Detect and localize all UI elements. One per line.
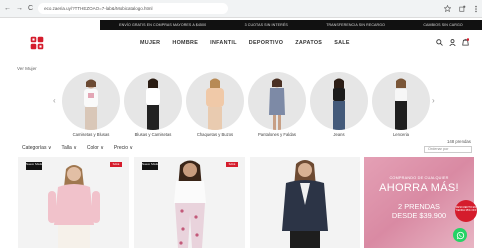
filter-talla[interactable]: Talla ∨ — [62, 145, 77, 151]
category-image — [248, 72, 306, 130]
category-item[interactable]: Blusas y Camisetas — [123, 72, 183, 137]
new-tag: Nuevo SALE — [26, 162, 42, 170]
nav-item-zapatos[interactable]: ZAPATOS — [295, 40, 322, 46]
nav-item-hombre[interactable]: HOMBRE — [172, 40, 198, 46]
promo-item[interactable]: ENVÍO GRATIS EN COMPRAS MAYORES A $4500 — [119, 23, 206, 27]
category-carousel: ‹ › Camisetas y Blusas Blusas y Camiseta… — [53, 72, 441, 142]
browser-actions — [444, 5, 478, 13]
product-image — [282, 160, 328, 248]
category-image — [372, 72, 430, 130]
filter-precio[interactable]: Precio ∨ — [114, 145, 133, 151]
category-item[interactable]: Pantalones y Faldas — [247, 72, 307, 137]
promo-item[interactable]: CAMBIOS SIN CARGO — [423, 23, 462, 27]
brand-logo[interactable] — [30, 36, 44, 50]
category-label: Blusas y Camisetas — [134, 132, 172, 137]
star-icon[interactable] — [444, 5, 451, 12]
sale-tag: SALE — [226, 162, 238, 167]
model-figure — [269, 78, 285, 130]
product-card[interactable] — [250, 157, 360, 248]
cart-icon[interactable] — [462, 38, 469, 46]
filter-bar: Categorías ∨ Talla ∨ Color ∨ Precio ∨ — [22, 145, 133, 151]
promo-item[interactable]: TRANSFERENCIA SIN RECARGO — [326, 23, 385, 27]
chevron-right-icon[interactable]: › — [432, 96, 435, 105]
product-card[interactable]: Nuevo SALE SALE — [18, 157, 129, 248]
filter-color[interactable]: Color ∨ — [87, 145, 104, 151]
product-card[interactable]: Nuevo SALE SALE — [134, 157, 245, 248]
user-icon[interactable] — [449, 38, 456, 46]
nav-item-mujer[interactable]: MUJER — [140, 40, 160, 46]
product-image — [174, 160, 206, 248]
sale-tag: SALE — [110, 162, 122, 167]
category-image — [124, 72, 182, 130]
forward-icon[interactable]: → — [16, 5, 23, 12]
model-figure — [84, 79, 98, 130]
category-image — [62, 72, 120, 130]
category-item[interactable]: Lenceria — [371, 72, 431, 137]
category-label: Camisetas y Blusas — [72, 132, 110, 137]
whatsapp-icon — [456, 231, 464, 239]
nav-item-infantil[interactable]: INFANTIL — [210, 40, 237, 46]
breadcrumb[interactable]: Ver Mujer — [17, 66, 37, 71]
category-label: Chaquetas y Buzos — [196, 132, 234, 137]
extension-icon[interactable] — [459, 5, 466, 12]
category-image — [310, 72, 368, 130]
new-tag: Nuevo SALE — [142, 162, 158, 170]
promo-item[interactable]: 3 CUOTAS SIN INTERÉS — [245, 23, 288, 27]
category-image — [186, 72, 244, 130]
banner-headline: AHORRA MÁS! — [379, 182, 459, 194]
category-label: Pantalones y Faldas — [258, 132, 296, 137]
discount-badge[interactable]: DESCUENTO EN TIENDA 35% OFF — [455, 200, 477, 222]
category-item[interactable]: Chaquetas y Buzos — [185, 72, 245, 137]
chevron-left-icon[interactable]: ‹ — [53, 96, 56, 105]
nav-item-sale[interactable]: SALE — [334, 40, 350, 46]
banner-line-1: COMPRANDO DE CUALQUIER — [389, 176, 449, 180]
model-figure — [333, 78, 345, 130]
address-bar[interactable]: eco.zaeria.uy/?TTHEZOAO=7-lab&/Mobicatal… — [38, 3, 229, 14]
category-item[interactable]: Camisetas y Blusas — [61, 72, 121, 137]
category-label: Jeans — [333, 132, 345, 137]
menu-dots-icon[interactable] — [474, 5, 478, 13]
category-item[interactable]: Jeans — [309, 72, 369, 137]
nav-item-deportivo[interactable]: DEPORTIVO — [249, 40, 283, 46]
model-figure — [395, 78, 407, 130]
category-label: Lenceria — [392, 132, 410, 137]
main-nav: MUJER HOMBRE INFANTIL DEPORTIVO ZAPATOS … — [140, 40, 350, 46]
search-icon[interactable] — [436, 38, 443, 46]
header-icons — [436, 38, 469, 46]
whatsapp-button[interactable] — [453, 228, 467, 242]
back-icon[interactable]: ← — [4, 5, 11, 12]
filter-categorias[interactable]: Categorías ∨ — [22, 145, 52, 151]
sort-select[interactable]: Ordenar por — [424, 146, 472, 153]
browser-toolbar: ← → C eco.zaeria.uy/?TTHEZOAO=7-lab&/Mob… — [0, 0, 482, 18]
promo-strip: ENVÍO GRATIS EN COMPRAS MAYORES A $4500 … — [100, 20, 482, 30]
product-image — [48, 165, 100, 248]
model-figure — [146, 78, 160, 130]
results-count: 148 prendas — [447, 139, 471, 144]
model-figure — [206, 78, 224, 130]
reload-icon[interactable]: C — [28, 5, 33, 12]
